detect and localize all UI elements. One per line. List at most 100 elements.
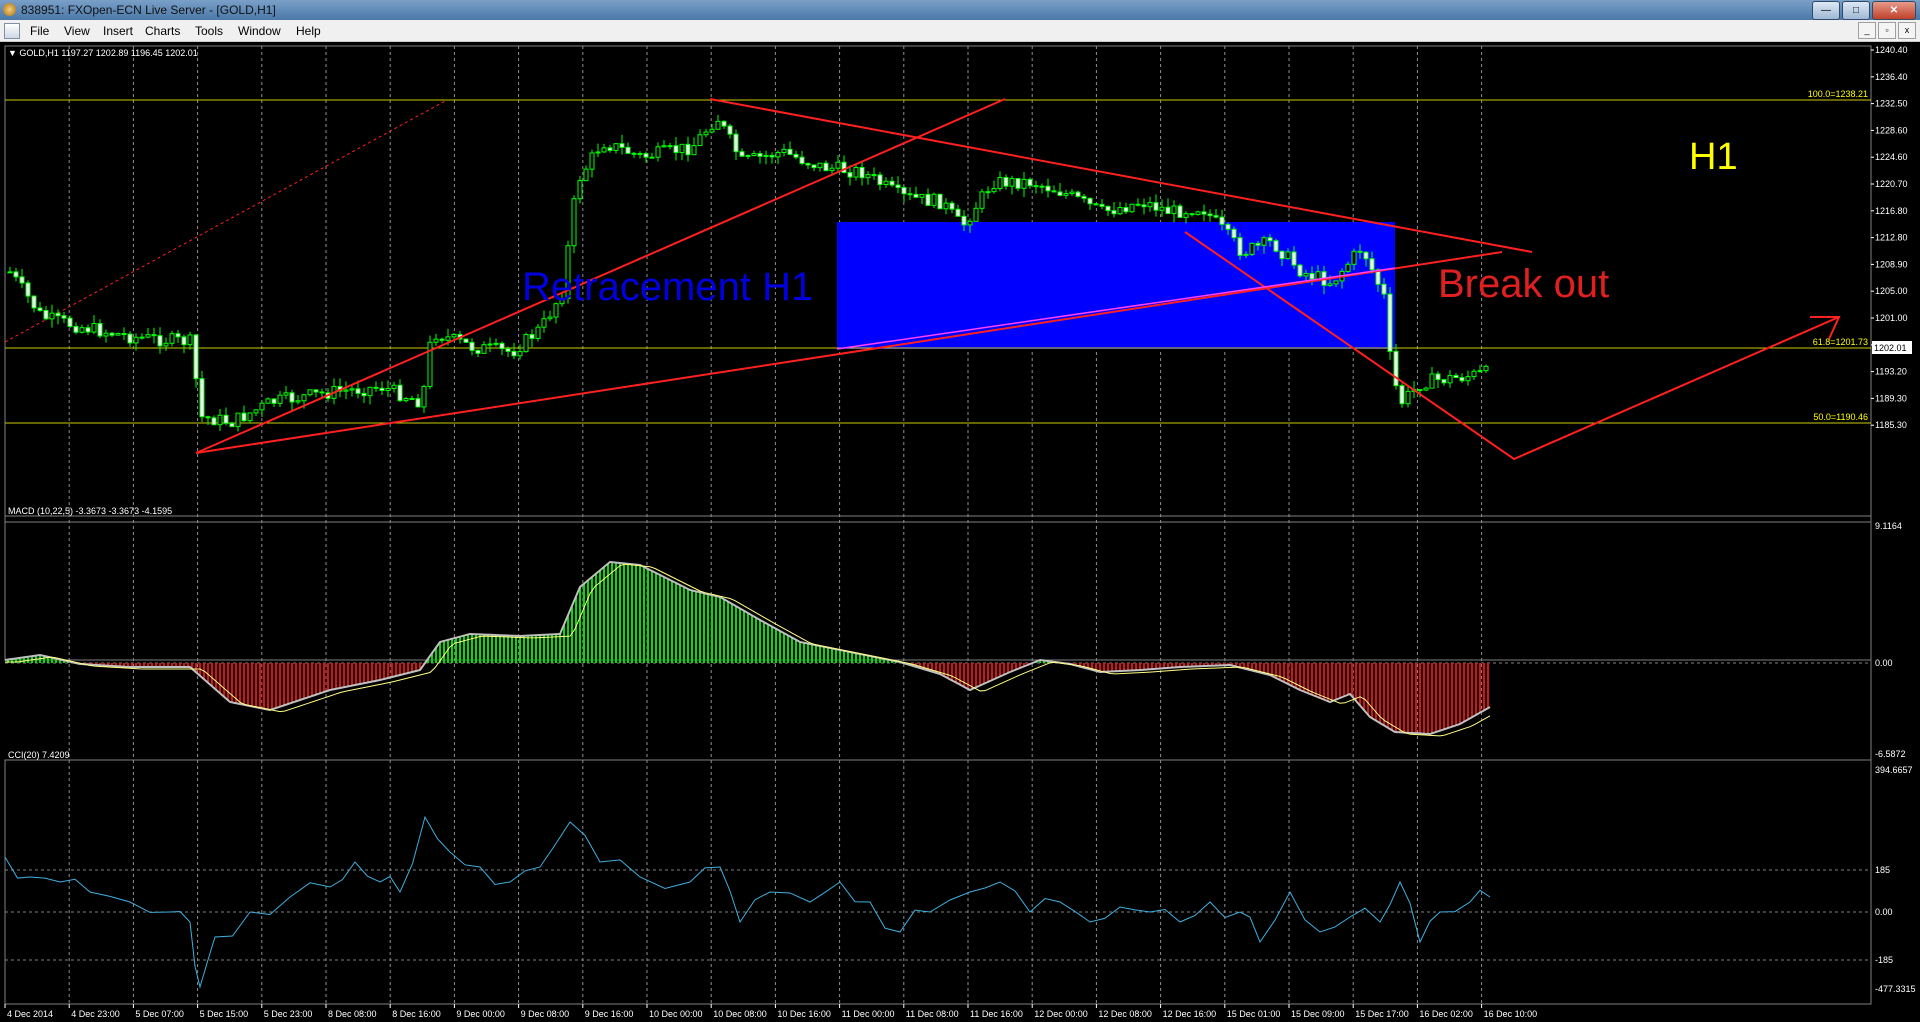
bear-candle [463, 338, 469, 343]
bear-candle [1309, 272, 1315, 280]
bull-candle [139, 336, 145, 339]
cci-header: CCI(20) 7.4209 [8, 750, 70, 760]
bull-candle [403, 397, 409, 402]
bear-candle [895, 184, 901, 189]
bear-candle [607, 147, 613, 151]
bear-candle [1219, 216, 1225, 225]
bear-candle [1015, 177, 1021, 189]
bear-candle [505, 348, 511, 352]
chart-canvas[interactable]: 100.0=1238.21 61.8=1201.73 50.0=1190.46 … [0, 42, 1920, 1022]
bull-candle [487, 343, 493, 346]
bear-candle [43, 309, 49, 320]
bull-candle [931, 193, 937, 206]
menu-view[interactable]: View [64, 24, 90, 38]
bear-candle [1177, 205, 1183, 218]
chart-document-icon[interactable] [4, 23, 20, 39]
bull-candle [421, 385, 427, 408]
retracement-zone[interactable] [837, 222, 1395, 349]
bear-candle [643, 153, 649, 158]
menu-help[interactable]: Help [296, 24, 321, 38]
bull-candle [481, 344, 487, 354]
bull-candle [613, 143, 619, 151]
bear-candle [1357, 250, 1363, 253]
bull-candle [1303, 272, 1309, 277]
bear-candle [1399, 385, 1405, 405]
child-minimize-button[interactable]: _ [1858, 22, 1876, 39]
bear-candle [787, 148, 793, 155]
time-tick-label: 9 Dec 08:00 [521, 1009, 570, 1019]
timeframe-annotation: H1 [1689, 136, 1738, 178]
bull-candle [703, 131, 709, 136]
bear-candle [469, 341, 475, 351]
bull-candle [1117, 207, 1123, 215]
time-axis: 4 Dec 2014 4 Dec 23:00 5 Dec 07:00 5 Dec 15… [4, 1004, 1537, 1019]
bull-candle [709, 128, 715, 133]
child-restore-button[interactable]: ▫ [1878, 22, 1896, 39]
bull-candle [307, 389, 313, 396]
menu-insert[interactable]: Insert [103, 24, 133, 38]
bear-candle [109, 332, 115, 336]
menu-charts[interactable]: Charts [145, 24, 180, 38]
bear-candle [415, 398, 421, 408]
bull-candle [1405, 390, 1411, 405]
bear-candle [1453, 375, 1459, 379]
price-tick-label: 1205.00 [1875, 286, 1908, 296]
bull-candle [1333, 280, 1339, 285]
time-tick-label: 5 Dec 15:00 [200, 1009, 249, 1019]
bear-candle [685, 143, 691, 156]
bear-candle [1075, 191, 1081, 197]
window-titlebar[interactable]: 838951: FXOpen-ECN Live Server - [GOLD,H… [0, 0, 1920, 20]
bear-candle [121, 333, 127, 336]
macd-pane[interactable] [4, 515, 1872, 661]
price-tick-label: 1232.50 [1875, 99, 1908, 109]
close-button[interactable]: ✕ [1872, 1, 1916, 20]
menu-file[interactable]: File [30, 24, 49, 38]
bull-candle [493, 342, 499, 345]
bull-candle [751, 153, 757, 157]
bear-candle [61, 315, 67, 319]
bear-candle [1189, 213, 1195, 216]
menu-tools[interactable]: Tools [195, 24, 223, 38]
bull-candle [1477, 370, 1483, 373]
bull-candle [391, 384, 397, 389]
fib-construction-line[interactable] [4, 99, 448, 343]
bear-candle [37, 307, 43, 311]
cci-pane[interactable] [4, 759, 1872, 1005]
bear-candle [1267, 237, 1273, 242]
bear-candle [925, 193, 931, 206]
bear-candle [73, 325, 79, 333]
bull-candle [571, 198, 577, 247]
minimize-button[interactable]: — [1812, 1, 1840, 20]
bear-candle [937, 193, 943, 210]
bear-candle [1369, 258, 1375, 271]
bull-candle [1147, 202, 1153, 208]
maximize-button[interactable]: □ [1842, 1, 1870, 20]
bull-candle [235, 412, 241, 428]
macd-header: MACD (10,22,5) -3.3673 -3.3673 -4.1595 [8, 506, 172, 516]
menu-window[interactable]: Window [238, 24, 281, 38]
bear-candle [19, 276, 25, 284]
bear-candle [1051, 190, 1057, 193]
bear-candle [1141, 204, 1147, 208]
bear-candle [637, 152, 643, 155]
cci-axis: 394.6657 185 0.00 -185 -477.3315 [1875, 765, 1916, 994]
bull-candle [1195, 211, 1201, 216]
bear-candle [1027, 178, 1033, 187]
bear-candle [859, 166, 865, 179]
bear-candle [1279, 250, 1285, 260]
bear-candle [1213, 215, 1219, 218]
bull-candle [1243, 253, 1249, 256]
bull-candle [535, 326, 541, 339]
time-tick-label: 9 Dec 00:00 [456, 1009, 505, 1019]
child-close-button[interactable]: x [1898, 22, 1916, 39]
bear-candle [1135, 203, 1141, 206]
bear-candle [1225, 223, 1231, 230]
bull-candle [1423, 387, 1429, 391]
bear-candle [175, 333, 181, 338]
macd-histogram [7, 562, 1489, 734]
bull-candle [451, 333, 457, 338]
bear-candle [361, 392, 367, 397]
bull-candle [1129, 203, 1135, 213]
bull-candle [523, 334, 529, 353]
cci-tick-label: 0.00 [1875, 907, 1893, 917]
